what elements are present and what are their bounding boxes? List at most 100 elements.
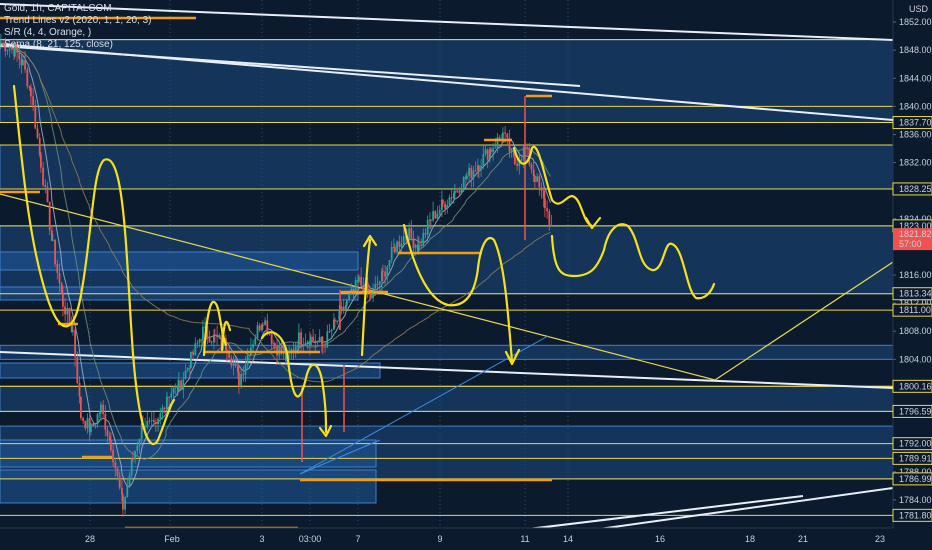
y-tick-label: 1832.00	[899, 158, 932, 168]
local-zone	[0, 469, 377, 504]
candle-body	[72, 330, 74, 333]
candle-body	[510, 148, 513, 152]
candle-body	[174, 385, 177, 388]
candle-body	[159, 413, 162, 419]
candle-body	[544, 198, 546, 209]
candle-body	[262, 324, 264, 326]
price-axis[interactable]: 1852.00 1848.00 1844.00 1840.00 1836.00 1832.…	[892, 0, 932, 550]
candle-body	[360, 276, 362, 286]
candle-body	[240, 374, 242, 386]
candle-body	[378, 281, 381, 285]
y-tick-label: 1840.00	[899, 101, 932, 111]
candle-body	[234, 364, 237, 366]
candle-body	[442, 199, 444, 204]
candle-body	[390, 246, 393, 261]
candle-body	[230, 358, 233, 366]
candle-body	[208, 337, 211, 343]
x-tick-label: 3	[259, 534, 264, 544]
candle-body	[196, 342, 199, 344]
candle-body	[228, 352, 230, 359]
time-axis[interactable]: 28 Feb 3 03:00 7 9 11 14 16 18 21 23	[0, 527, 932, 550]
candle-body	[298, 332, 300, 347]
candle-body	[194, 343, 197, 355]
candle-body	[424, 232, 427, 235]
x-tick-label: 11	[520, 534, 529, 544]
chart-canvas[interactable]: 1852.00 1848.00 1844.00 1840.00 1836.00 1832.…	[0, 0, 932, 550]
candle-body	[480, 165, 482, 170]
candle-body	[42, 167, 44, 186]
candle-body	[172, 387, 175, 394]
candle-body	[490, 149, 492, 152]
candle-body	[74, 330, 76, 358]
candle-body	[90, 423, 92, 432]
candle-body	[396, 241, 398, 253]
candle-body	[450, 197, 453, 199]
candle-body	[358, 276, 360, 282]
candle-body	[163, 407, 166, 409]
level-label-text: 1828.25	[899, 184, 932, 194]
candle-body	[310, 336, 312, 346]
y-tick-label: 1804.00	[899, 354, 932, 364]
candle-body	[274, 343, 276, 347]
candle-body	[444, 203, 446, 209]
y-tick-label: 1808.00	[899, 326, 932, 336]
legend-indicator-trend-lines[interactable]: Trend Lines v2 (2020, 1, 1, 20, 3)	[4, 15, 152, 27]
candle-body	[312, 336, 314, 341]
x-tick-label: 18	[745, 534, 755, 544]
candle-body	[26, 69, 29, 87]
candle-body	[122, 494, 124, 510]
legend-indicator-sr[interactable]: S/R (4, 4, Orange, )	[4, 27, 152, 39]
candle-body	[346, 300, 348, 305]
candle-body	[484, 149, 487, 154]
candle-body	[302, 344, 305, 346]
candle-body	[126, 485, 129, 498]
candle-body	[98, 412, 101, 415]
candle-body	[478, 165, 480, 170]
candle-body	[232, 364, 235, 366]
chart-legend: Gold, 1h, CAPITALCOM Trend Lines v2 (202…	[4, 3, 152, 51]
candle-body	[244, 364, 247, 375]
candle-body	[330, 329, 333, 332]
candle-body	[448, 197, 451, 205]
current-price-label: 1821.82	[899, 229, 932, 239]
candle-body	[124, 497, 126, 510]
candle-body	[532, 169, 535, 177]
legend-indicator-sma[interactable]: Sema (8, 21, 125, close)	[4, 39, 152, 51]
candle-body	[46, 186, 49, 202]
candle-body	[54, 239, 56, 265]
candle-body	[108, 435, 111, 441]
candle-body	[136, 445, 139, 451]
candle-body	[128, 475, 131, 486]
candle-body	[252, 344, 254, 348]
candle-body	[454, 190, 456, 194]
candle-body	[132, 458, 134, 460]
candle-body	[52, 239, 54, 241]
candle-body	[526, 147, 528, 149]
candle-body	[0, 43, 2, 45]
legend-symbol[interactable]: Gold, 1h, CAPITALCOM	[4, 3, 152, 15]
level-label-text: 1796.59	[899, 406, 932, 416]
candle-body	[514, 155, 516, 164]
candle-body	[294, 346, 297, 352]
candle-body	[22, 59, 24, 66]
candle-body	[438, 209, 441, 214]
sr-zone	[0, 144, 894, 190]
candle-body	[352, 288, 355, 291]
candle-body	[270, 334, 273, 344]
x-tick-label: 16	[655, 534, 665, 544]
candle-body	[202, 326, 204, 340]
candle-body	[370, 292, 372, 298]
candle-body	[254, 338, 257, 345]
candle-body	[148, 420, 151, 422]
candle-body	[184, 370, 187, 380]
candle-body	[482, 153, 485, 166]
candle-body	[542, 190, 545, 199]
candle-body	[161, 407, 164, 414]
y-tick-label: 1784.00	[899, 495, 932, 505]
candle-body	[157, 418, 159, 425]
candle-body	[316, 341, 319, 343]
candle-body	[546, 208, 548, 212]
candle-body	[138, 438, 141, 446]
candle-body	[412, 237, 415, 248]
x-tick-label: 28	[85, 534, 95, 544]
